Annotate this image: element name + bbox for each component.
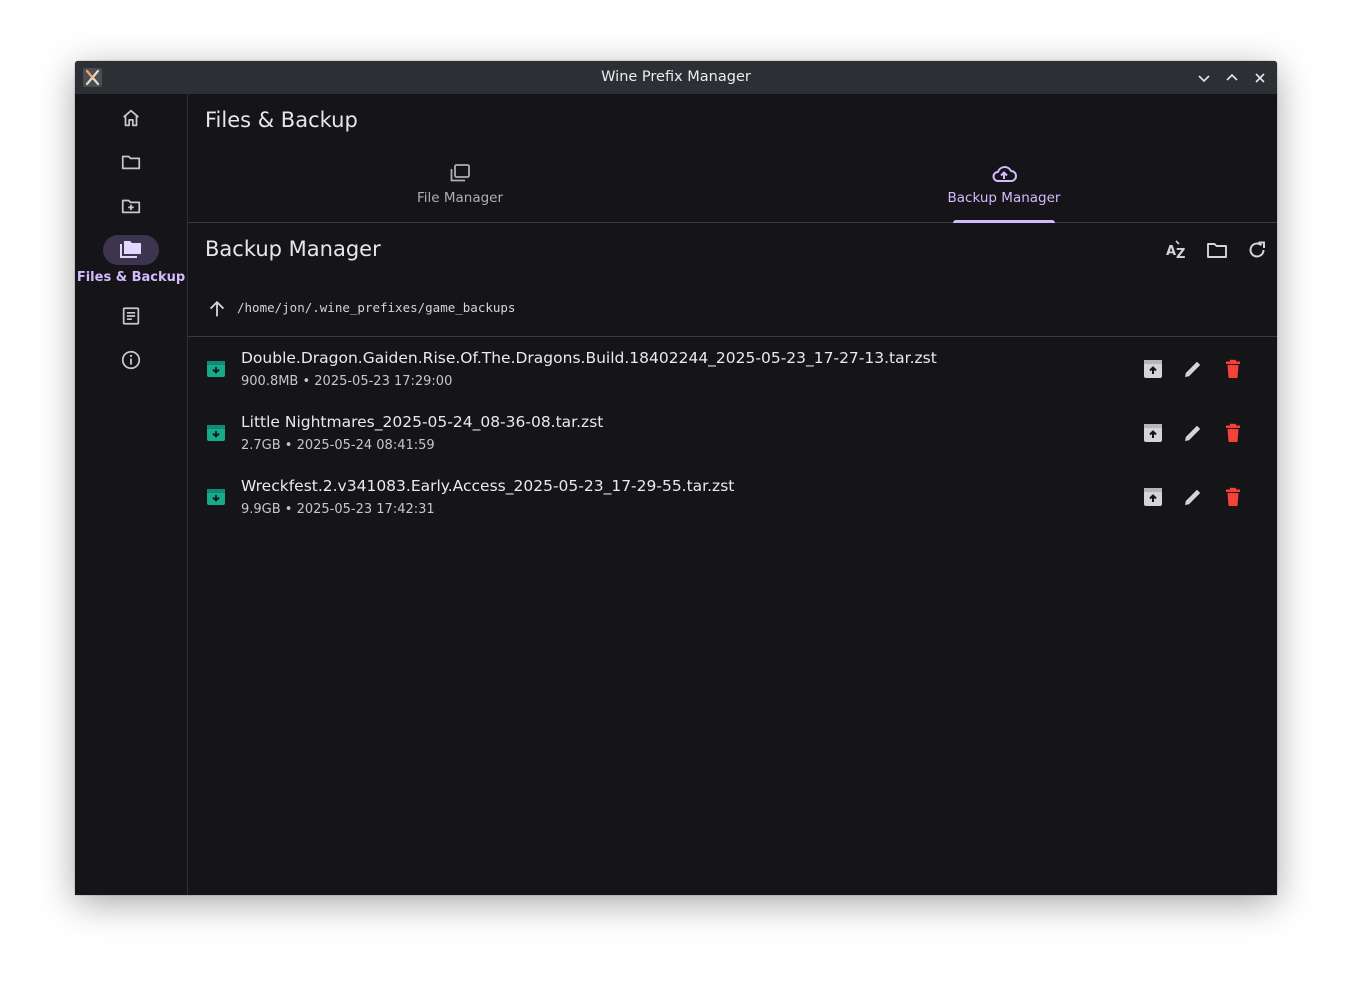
sidebar-item-create-prefix[interactable]	[75, 191, 187, 221]
tab-label: Backup Manager	[947, 190, 1061, 206]
refresh-icon	[1249, 241, 1265, 258]
backup-actions	[1141, 485, 1245, 509]
chevron-down-icon	[1198, 75, 1210, 83]
maximize-button[interactable]	[1223, 69, 1241, 87]
sidebar-item-logs[interactable]	[75, 301, 187, 331]
refresh-button[interactable]	[1245, 238, 1269, 262]
sidebar-item-pill	[103, 235, 159, 265]
archive-icon	[207, 361, 225, 377]
archive-icon	[207, 489, 225, 505]
pencil-icon	[1185, 425, 1201, 441]
info-icon	[121, 350, 141, 370]
rename-button[interactable]	[1181, 485, 1205, 509]
pencil-icon	[1185, 489, 1201, 505]
restore-button[interactable]	[1141, 421, 1165, 445]
restore-button[interactable]	[1141, 357, 1165, 381]
restore-button[interactable]	[1141, 485, 1165, 509]
folder-icon	[1207, 243, 1227, 258]
path-bar: /home/jon/.wine_prefixes/game_backups	[188, 284, 1277, 337]
tab-label: File Manager	[416, 190, 504, 206]
backup-name: Wreckfest.2.v341083.Early.Access_2025-05…	[241, 477, 735, 495]
sidebar: Files & Backup	[75, 94, 188, 895]
delete-button[interactable]	[1221, 421, 1245, 445]
sort-button[interactable]: A Z	[1165, 238, 1189, 262]
trash-icon	[1226, 423, 1240, 442]
sidebar-item-pill	[103, 147, 159, 177]
restore-icon	[1144, 424, 1162, 442]
close-icon	[1255, 73, 1265, 83]
home-icon	[123, 109, 139, 127]
sidebar-item-prefixes[interactable]	[75, 147, 187, 177]
sidebar-item-pill	[103, 345, 159, 375]
sidebar-item-pill	[103, 301, 159, 331]
svg-text:Z: Z	[1176, 247, 1185, 262]
folders-icon	[120, 241, 141, 258]
chevron-up-icon	[1226, 73, 1238, 81]
pencil-icon	[1185, 361, 1201, 377]
restore-icon	[1144, 360, 1162, 378]
sort-alpha-icon: A Z	[1166, 240, 1185, 262]
arrow-up-icon	[209, 300, 225, 317]
backup-actions	[1141, 357, 1245, 381]
svg-text:A: A	[1166, 244, 1176, 259]
sidebar-item-about[interactable]	[75, 345, 187, 375]
sidebar-item-home[interactable]	[75, 103, 187, 133]
backup-row[interactable]: Little Nightmares_2025-05-24_08-36-08.ta…	[188, 401, 1277, 465]
app-window: Wine Prefix Manager Files & Backup Files…	[75, 61, 1277, 895]
cloud-upload-icon	[992, 166, 1017, 182]
main-content: Files & Backup File Manager Backup Manag…	[188, 94, 1277, 895]
close-button[interactable]	[1251, 69, 1269, 87]
delete-button[interactable]	[1221, 485, 1245, 509]
archive-icon	[207, 425, 225, 441]
backup-meta: 900.8MB • 2025-05-23 17:29:00	[241, 374, 453, 389]
open-folder-button[interactable]	[1205, 238, 1229, 262]
tab-icon-wrap	[448, 162, 472, 186]
section-title: Backup Manager	[205, 237, 381, 261]
trash-icon	[1226, 487, 1240, 506]
backup-meta: 9.9GB • 2025-05-23 17:42:31	[241, 502, 435, 517]
tab-backup-manager[interactable]: Backup Manager	[939, 156, 1069, 223]
document-list-icon	[122, 307, 140, 325]
backup-row[interactable]: Double.Dragon.Gaiden.Rise.Of.The.Dragons…	[188, 337, 1277, 401]
active-tab-indicator	[953, 220, 1055, 223]
copy-icon	[450, 164, 470, 182]
backup-name: Little Nightmares_2025-05-24_08-36-08.ta…	[241, 413, 604, 431]
sidebar-item-files-backup[interactable]: Files & Backup	[75, 235, 187, 285]
page-title: Files & Backup	[205, 108, 358, 132]
folder-add-icon	[121, 199, 141, 214]
restore-icon	[1144, 488, 1162, 506]
backup-actions	[1141, 421, 1245, 445]
backup-toolbar: A Z	[1165, 238, 1269, 262]
delete-button[interactable]	[1221, 357, 1245, 381]
minimize-button[interactable]	[1195, 69, 1213, 87]
current-path: /home/jon/.wine_prefixes/game_backups	[237, 300, 516, 315]
rename-button[interactable]	[1181, 357, 1205, 381]
backup-row[interactable]: Wreckfest.2.v341083.Early.Access_2025-05…	[188, 465, 1277, 529]
tab-icon-wrap	[990, 162, 1018, 186]
sidebar-item-pill	[103, 103, 159, 133]
backup-meta: 2.7GB • 2025-05-24 08:41:59	[241, 438, 435, 453]
sidebar-item-label: Files & Backup	[76, 270, 186, 285]
backup-name: Double.Dragon.Gaiden.Rise.Of.The.Dragons…	[241, 349, 937, 367]
window-title: Wine Prefix Manager	[601, 69, 751, 85]
rename-button[interactable]	[1181, 421, 1205, 445]
titlebar: Wine Prefix Manager	[75, 61, 1277, 94]
navigate-up-button[interactable]	[205, 297, 229, 321]
sidebar-item-pill	[103, 191, 159, 221]
tab-bar: File Manager Backup Manager	[188, 156, 1277, 223]
tab-file-manager[interactable]: File Manager	[395, 156, 525, 222]
folder-icon	[121, 155, 141, 170]
backup-list: Double.Dragon.Gaiden.Rise.Of.The.Dragons…	[188, 337, 1277, 529]
trash-icon	[1226, 359, 1240, 378]
